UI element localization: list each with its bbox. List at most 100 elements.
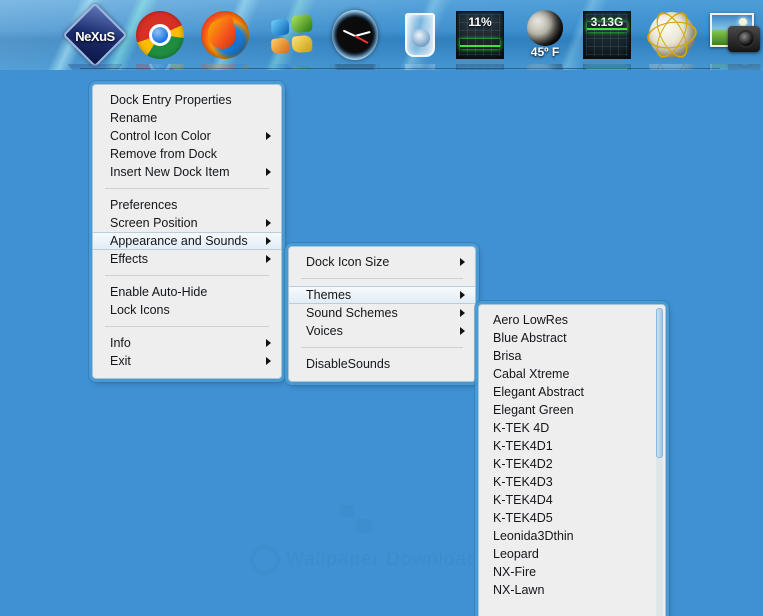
dock-baseline [80,68,720,69]
menu-item-label: Aero LowRes [493,313,569,327]
dock-item-windows[interactable] [263,8,317,70]
menu-item-label: Elegant Abstract [493,385,585,399]
theme-item-cabal-xtreme[interactable]: Cabal Xtreme [479,365,665,383]
theme-item-elegant-abstract[interactable]: Elegant Abstract [479,383,665,401]
menu-item-label: Blue Abstract [493,331,567,345]
menu-item-appearance-and-sounds[interactable]: Appearance and Sounds [93,232,281,250]
dock-item-nexus-label: NeXuS [75,29,115,44]
google-chrome-icon [133,8,187,62]
dock-item-cpu-meter[interactable]: 11% [453,8,507,70]
dock-item-photo-camera[interactable] [708,8,762,70]
menu-item-label: Lock Icons [110,303,170,317]
chevron-right-icon [460,258,465,266]
menu-item-label: Dock Entry Properties [110,93,232,107]
menu-item-label: NX-Fire [493,565,537,579]
menu-item-label: Rename [110,111,158,125]
nexus-logo-icon: NeXuS [62,2,128,68]
moon-weather-icon: 45º F [518,8,572,62]
menu-item-label: Leonida3Dthin [493,529,574,543]
menu-item-label: K-TEK4D1 [493,439,553,453]
menu-item-disable-sounds[interactable]: DisableSounds [289,355,475,373]
menu-item-insert-new-dock-item[interactable]: Insert New Dock Item [93,163,281,181]
themes-submenu[interactable]: Aero LowRes Blue Abstract Brisa Cabal Xt… [478,304,666,616]
theme-item-k-tek4d1[interactable]: K-TEK4D1 [479,437,665,455]
chevron-right-icon [266,255,271,263]
menu-item-exit[interactable]: Exit [93,352,281,370]
dock-item-nexus[interactable]: NeXuS [62,2,128,70]
appearance-and-sounds-items: Dock Icon Size Themes Sound Schemes Voic… [289,253,475,373]
theme-item-leonida3dthin[interactable]: Leonida3Dthin [479,527,665,545]
theme-item-k-tek4d5[interactable]: K-TEK4D5 [479,509,665,527]
menu-item-label: Control Icon Color [110,129,211,143]
menu-item-info[interactable]: Info [93,334,281,352]
watermark-shape [340,505,374,539]
mozilla-firefox-icon [198,8,252,62]
theme-item-brisa[interactable]: Brisa [479,347,665,365]
menu-item-label: Info [110,336,131,350]
dock-item-memory-meter[interactable]: 3.13G [580,8,634,70]
theme-item-k-tek4d2[interactable]: K-TEK4D2 [479,455,665,473]
menu-item-label: NX-Lawn [493,583,545,597]
menu-item-remove-from-dock[interactable]: Remove from Dock [93,145,281,163]
desktop-screen: Wallpaper Downloads NeXuS 11% 45º F Dock… [0,0,763,616]
menu-separator [301,347,463,348]
menu-item-lock-icons[interactable]: Lock Icons [93,301,281,319]
theme-item-aero-lowres[interactable]: Aero LowRes [479,311,665,329]
chevron-right-icon [266,132,271,140]
theme-item-nx-fire[interactable]: NX-Fire [479,563,665,581]
theme-item-k-tek4d3[interactable]: K-TEK4D3 [479,473,665,491]
memory-usage-monitor-icon: 3.13G [580,8,634,62]
watermark-text: Wallpaper Downloads [286,549,490,570]
menu-item-label: Insert New Dock Item [110,165,230,179]
nexus-dock[interactable]: NeXuS 11% 45º F [0,0,763,70]
menu-item-voices[interactable]: Voices [289,322,475,340]
menu-item-enable-auto-hide[interactable]: Enable Auto-Hide [93,283,281,301]
menu-item-rename[interactable]: Rename [93,109,281,127]
theme-item-nx-lawn[interactable]: NX-Lawn [479,581,665,599]
theme-item-blue-abstract[interactable]: Blue Abstract [479,329,665,347]
dock-item-network-globe[interactable] [645,7,699,70]
menu-item-label: K-TEK4D3 [493,475,553,489]
menu-item-label: Exit [110,354,131,368]
theme-item-k-tek-4d[interactable]: K-TEK 4D [479,419,665,437]
dock-item-chrome[interactable] [133,8,187,70]
themes-submenu-items: Aero LowRes Blue Abstract Brisa Cabal Xt… [479,311,665,599]
cpu-usage-monitor-icon: 11% [453,8,507,62]
dock-item-firefox[interactable] [198,8,252,70]
menu-item-label: Leopard [493,547,539,561]
dock-item-recycle-bin[interactable] [393,8,447,70]
menu-item-label: Elegant Green [493,403,574,417]
dock-item-weather[interactable]: 45º F [518,8,572,70]
watermark-logo-icon [250,545,280,575]
theme-item-leopard[interactable]: Leopard [479,545,665,563]
menu-item-preferences[interactable]: Preferences [93,196,281,214]
chevron-right-icon [266,357,271,365]
dock-item-clock[interactable] [328,8,382,70]
cpu-meter-value: 11% [468,15,492,29]
menu-item-themes[interactable]: Themes [289,286,475,304]
menu-item-label: Sound Schemes [306,306,398,320]
menu-separator [105,188,269,189]
menu-item-effects[interactable]: Effects [93,250,281,268]
windows-start-icon [263,8,317,62]
dock-context-menu-items: Dock Entry Properties Rename Control Ico… [93,91,281,370]
menu-item-dock-entry-properties[interactable]: Dock Entry Properties [93,91,281,109]
menu-item-control-icon-color[interactable]: Control Icon Color [93,127,281,145]
menu-item-sound-schemes[interactable]: Sound Schemes [289,304,475,322]
menu-item-dock-icon-size[interactable]: Dock Icon Size [289,253,475,271]
menu-item-label: Cabal Xtreme [493,367,570,381]
dock-context-menu[interactable]: Dock Entry Properties Rename Control Ico… [92,84,282,379]
menu-item-label: K-TEK 4D [493,421,550,435]
theme-item-elegant-green[interactable]: Elegant Green [479,401,665,419]
appearance-and-sounds-submenu[interactable]: Dock Icon Size Themes Sound Schemes Voic… [288,246,476,382]
menu-separator [105,275,269,276]
menu-item-label: K-TEK4D2 [493,457,553,471]
menu-item-label: Enable Auto-Hide [110,285,208,299]
chevron-right-icon [266,168,271,176]
themes-submenu-scrollbar[interactable] [656,308,663,616]
menu-item-label: Dock Icon Size [306,255,390,269]
theme-item-k-tek4d4[interactable]: K-TEK4D4 [479,491,665,509]
themes-submenu-scrollbar-thumb[interactable] [656,308,663,458]
menu-item-screen-position[interactable]: Screen Position [93,214,281,232]
menu-separator [301,278,463,279]
